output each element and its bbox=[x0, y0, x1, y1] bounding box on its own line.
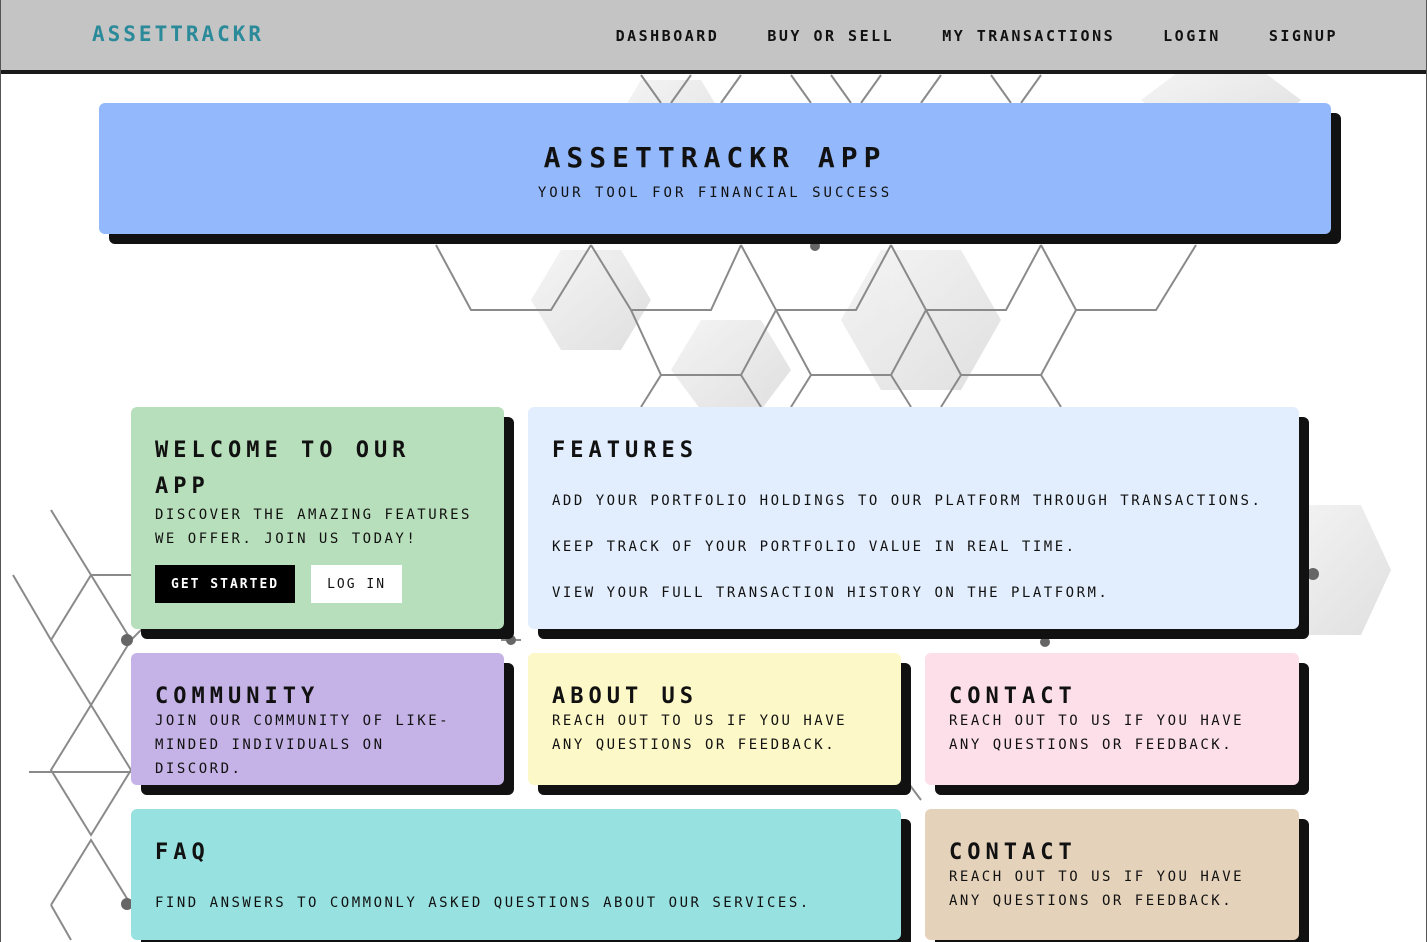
contact-2-text: REACH OUT TO US IF YOU HAVE ANY QUESTION… bbox=[949, 869, 1245, 909]
page: ASSETTRACKR DASHBOARD BUY OR SELL MY TRA… bbox=[0, 0, 1427, 942]
welcome-title: WELCOME TO OUR APP bbox=[155, 438, 411, 499]
welcome-card-wrapper: WELCOME TO OUR APP DISCOVER THE AMAZING … bbox=[131, 407, 514, 639]
log-in-button[interactable]: LOG IN bbox=[311, 565, 403, 603]
nav-link-my-transactions[interactable]: MY TRANSACTIONS bbox=[942, 27, 1115, 45]
nav-item-dashboard: DASHBOARD bbox=[616, 26, 720, 45]
welcome-text: DISCOVER THE AMAZING FEATURES WE OFFER. … bbox=[155, 507, 472, 547]
welcome-actions: GET STARTED LOG IN bbox=[155, 565, 480, 603]
about-text: REACH OUT TO US IF YOU HAVE ANY QUESTION… bbox=[552, 713, 848, 753]
contact-text: REACH OUT TO US IF YOU HAVE ANY QUESTION… bbox=[949, 713, 1245, 753]
contact-card-2-wrapper: CONTACT REACH OUT TO US IF YOU HAVE ANY … bbox=[925, 809, 1309, 942]
contact-card-2: CONTACT REACH OUT TO US IF YOU HAVE ANY … bbox=[925, 809, 1299, 940]
brand-logo-link[interactable]: ASSETTRACKR bbox=[92, 22, 264, 46]
features-card-wrapper: FEATURES ADD YOUR PORTFOLIO HOLDINGS TO … bbox=[528, 407, 1309, 639]
faq-title: FAQ bbox=[155, 840, 210, 865]
hero-subtitle: YOUR TOOL FOR FINANCIAL SUCCESS bbox=[537, 185, 893, 201]
about-card: ABOUT US REACH OUT TO US IF YOU HAVE ANY… bbox=[528, 653, 901, 785]
nav-item-buy-or-sell: BUY OR SELL bbox=[767, 26, 894, 45]
contact-card: CONTACT REACH OUT TO US IF YOU HAVE ANY … bbox=[925, 653, 1299, 785]
top-navbar: ASSETTRACKR DASHBOARD BUY OR SELL MY TRA… bbox=[1, 0, 1426, 74]
welcome-card: WELCOME TO OUR APP DISCOVER THE AMAZING … bbox=[131, 407, 504, 629]
faq-card: FAQ FIND ANSWERS TO COMMONLY ASKED QUEST… bbox=[131, 809, 901, 940]
nav-link-buy-or-sell[interactable]: BUY OR SELL bbox=[767, 27, 894, 45]
features-title: FEATURES bbox=[552, 438, 698, 463]
contact-card-wrapper: CONTACT REACH OUT TO US IF YOU HAVE ANY … bbox=[925, 653, 1309, 795]
nav-links: DASHBOARD BUY OR SELL MY TRANSACTIONS LO… bbox=[616, 26, 1338, 45]
nav-link-login[interactable]: LOGIN bbox=[1163, 27, 1221, 45]
features-item: VIEW YOUR FULL TRANSACTION HISTORY ON TH… bbox=[552, 585, 1110, 601]
community-card: COMMUNITY JOIN OUR COMMUNITY OF LIKE-MIN… bbox=[131, 653, 504, 785]
features-card: FEATURES ADD YOUR PORTFOLIO HOLDINGS TO … bbox=[528, 407, 1299, 629]
hero-title: ASSETTRACKR APP bbox=[543, 141, 887, 174]
faq-card-wrapper: FAQ FIND ANSWERS TO COMMONLY ASKED QUEST… bbox=[131, 809, 911, 942]
hero-banner: ASSETTRACKR APP YOUR TOOL FOR FINANCIAL … bbox=[99, 103, 1331, 234]
community-text: JOIN OUR COMMUNITY OF LIKE-MINDED INDIVI… bbox=[155, 713, 451, 777]
features-item: ADD YOUR PORTFOLIO HOLDINGS TO OUR PLATF… bbox=[552, 493, 1263, 509]
nav-item-my-transactions: MY TRANSACTIONS bbox=[942, 26, 1115, 45]
nav-item-signup: SIGNUP bbox=[1269, 26, 1338, 45]
get-started-button[interactable]: GET STARTED bbox=[155, 565, 296, 603]
nav-link-signup[interactable]: SIGNUP bbox=[1269, 27, 1338, 45]
about-card-wrapper: ABOUT US REACH OUT TO US IF YOU HAVE ANY… bbox=[528, 653, 911, 795]
community-card-wrapper: COMMUNITY JOIN OUR COMMUNITY OF LIKE-MIN… bbox=[131, 653, 514, 795]
nav-link-dashboard[interactable]: DASHBOARD bbox=[616, 27, 720, 45]
faq-text: FIND ANSWERS TO COMMONLY ASKED QUESTIONS… bbox=[155, 895, 811, 911]
features-item: KEEP TRACK OF YOUR PORTFOLIO VALUE IN RE… bbox=[552, 539, 1077, 555]
nav-item-login: LOGIN bbox=[1163, 26, 1221, 45]
